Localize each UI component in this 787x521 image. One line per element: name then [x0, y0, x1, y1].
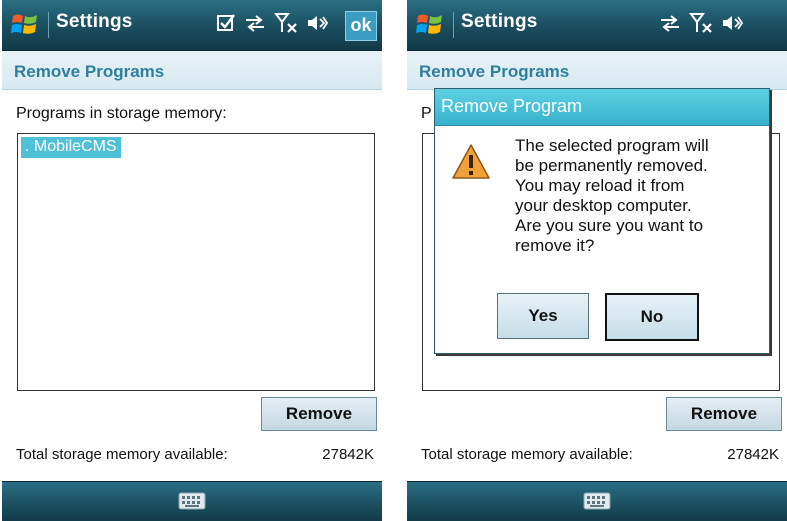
page-header: Remove Programs [2, 51, 382, 90]
remove-button[interactable]: Remove [666, 397, 782, 431]
storage-label: Total storage memory available: [16, 446, 228, 463]
page-title: Remove Programs [14, 62, 165, 81]
list-item[interactable]: . MobileCMS [21, 137, 121, 158]
dialog-title-bar: Remove Program [435, 89, 769, 126]
right-screen: Settings Remove Programs P Remove Total … [407, 0, 787, 521]
storage-value: 27842K [727, 446, 779, 463]
warning-icon [452, 144, 490, 179]
title-divider [48, 12, 49, 38]
storage-value: 27842K [322, 446, 374, 463]
storage-label: Total storage memory available: [421, 446, 633, 463]
title-text: Settings [56, 11, 133, 32]
keyboard-icon[interactable] [178, 491, 206, 511]
sync-arrows-icon[interactable] [244, 13, 266, 33]
section-label: P [421, 105, 432, 122]
title-text: Settings [461, 11, 538, 32]
title-divider [453, 12, 454, 38]
windows-start-icon[interactable] [415, 10, 445, 40]
ok-button[interactable]: ok [345, 11, 377, 41]
section-label: Programs in storage memory: [16, 105, 227, 122]
remove-button[interactable]: Remove [261, 397, 377, 431]
yes-button[interactable]: Yes [497, 293, 589, 339]
left-screen: Settings ok Remove Programs Programs in … [2, 0, 382, 521]
checklist-icon[interactable] [216, 13, 236, 33]
sync-arrows-icon[interactable] [659, 13, 681, 33]
programs-list[interactable]: . MobileCMS [17, 133, 375, 391]
dialog-title: Remove Program [441, 96, 583, 116]
page-title: Remove Programs [419, 62, 570, 81]
status-icons [216, 12, 328, 34]
no-signal-icon[interactable] [689, 12, 713, 34]
dialog-message: The selected program will be permanently… [515, 136, 709, 255]
speaker-icon[interactable] [306, 13, 328, 33]
speaker-icon[interactable] [721, 13, 743, 33]
confirm-dialog: Remove Program The selected program will… [434, 88, 770, 354]
title-bar: Settings [407, 0, 787, 51]
no-button[interactable]: No [605, 293, 699, 341]
keyboard-icon[interactable] [583, 491, 611, 511]
menu-bar [2, 481, 382, 521]
title-bar: Settings ok [2, 0, 382, 51]
windows-start-icon[interactable] [10, 10, 40, 40]
no-signal-icon[interactable] [274, 12, 298, 34]
page-header: Remove Programs [407, 51, 787, 90]
status-icons [659, 12, 743, 34]
menu-bar [407, 481, 787, 521]
